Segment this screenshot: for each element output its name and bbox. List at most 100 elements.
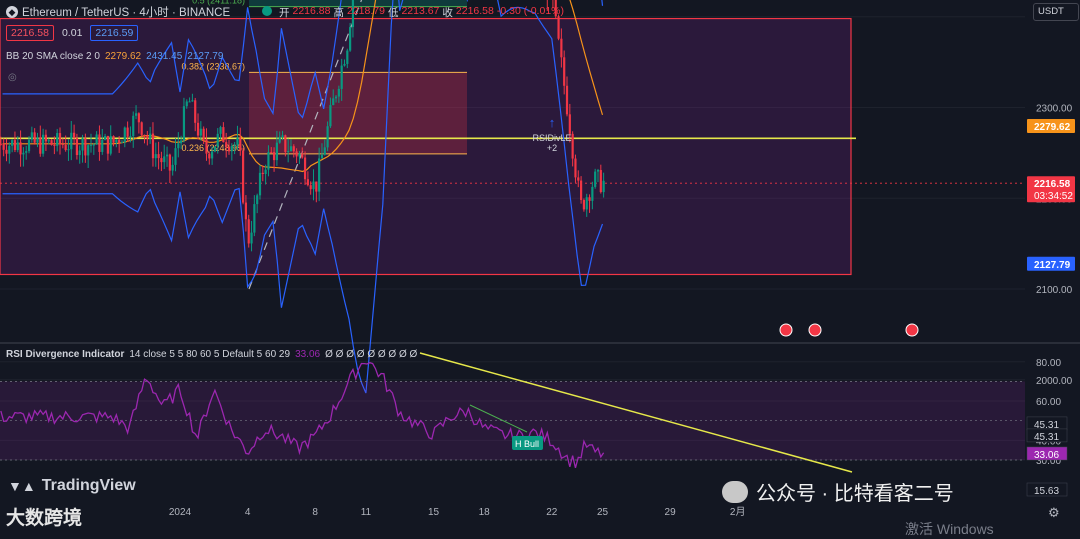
- candle-body: [250, 232, 253, 244]
- candle-body: [72, 132, 76, 138]
- candle-body: [191, 100, 194, 102]
- candle-body: [78, 150, 81, 156]
- candle-body: [227, 146, 231, 152]
- candle-body: [199, 128, 202, 136]
- visibility-icon[interactable]: ◎: [8, 72, 17, 83]
- candle-body: [33, 132, 36, 143]
- candle-body: [27, 139, 31, 152]
- rsidivle-count: +2: [547, 143, 557, 153]
- bb-basis-value: 2279.62: [104, 51, 142, 62]
- candle-body: [241, 150, 245, 203]
- candle-body: [233, 144, 236, 147]
- bb-legend-name: BB 20 SMA close 2 0: [6, 51, 100, 62]
- tradingview-logo: ▼▲ TradingView: [8, 477, 136, 495]
- ohlc-readout: 开 2216.88 高 2218.79 低 2213.67 收 2216.58 -0.3…: [262, 5, 564, 20]
- countdown-text: 03:34:52: [1034, 191, 1073, 202]
- candle-body: [182, 106, 186, 141]
- time-tick-label: 25: [597, 507, 609, 518]
- candle-body: [58, 133, 62, 144]
- candle-body: [582, 199, 586, 210]
- candle-body: [53, 144, 56, 146]
- candle-body: [577, 177, 580, 181]
- h-bull-label: H Bull: [515, 439, 539, 449]
- candle-body: [332, 98, 335, 106]
- candle-body: [222, 127, 225, 143]
- candle-body: [315, 181, 318, 192]
- candle-body: [120, 142, 124, 144]
- candle-body: [30, 132, 33, 140]
- candle-body: [599, 170, 602, 193]
- candle-body: [137, 113, 140, 123]
- candle-body: [258, 172, 262, 196]
- candle-body: [579, 180, 583, 200]
- buy-button[interactable]: 2216.59: [90, 25, 139, 41]
- bb-legend[interactable]: BB 20 SMA close 2 0 2279.62 2431.45 2127…: [6, 51, 223, 62]
- candle-body: [278, 137, 281, 143]
- candle-body: [196, 122, 200, 136]
- candle-body: [287, 151, 290, 153]
- candle-body: [134, 113, 138, 116]
- candle-body: [112, 135, 115, 143]
- candle-body: [309, 185, 312, 190]
- time-tick-label: 8: [312, 507, 318, 518]
- tradingview-text: TradingView: [41, 477, 136, 494]
- candle-body: [602, 180, 605, 193]
- symbol-title[interactable]: ◆ Ethereum / TetherUS · 4小时 · BINANCE: [6, 4, 230, 20]
- candle-body: [585, 197, 588, 210]
- candle-body: [337, 88, 340, 97]
- candle-body: [303, 157, 307, 180]
- candle-body: [261, 172, 264, 174]
- wechat-icon: [722, 480, 748, 503]
- candle-body: [160, 158, 163, 163]
- candle-body: [230, 146, 233, 152]
- candle-body: [194, 100, 197, 123]
- time-tick-label: 4: [245, 507, 251, 518]
- fib-label: 0.236 (2248.95): [181, 143, 245, 153]
- rsi-axis-tag-text: 45.31: [1034, 432, 1059, 443]
- sell-button[interactable]: 2216.58: [6, 25, 54, 41]
- candle-body: [295, 151, 298, 157]
- rsi-legend-flags: Ø Ø Ø Ø Ø Ø Ø Ø Ø: [325, 349, 418, 360]
- candle-body: [75, 137, 79, 156]
- candle-body: [146, 135, 149, 139]
- candle-body: [334, 96, 338, 99]
- candle-body: [140, 122, 143, 135]
- candle-body: [264, 169, 267, 174]
- candle-body: [267, 151, 270, 170]
- spread: 0.01: [61, 27, 83, 39]
- close-label: 收: [442, 7, 453, 19]
- gear-icon[interactable]: ⚙: [1048, 505, 1060, 521]
- candle-body: [64, 144, 67, 151]
- candle-body: [596, 170, 600, 172]
- rsi-axis-tag-text: 15.63: [1034, 486, 1059, 497]
- bb-upper-value: 2431.45: [146, 51, 183, 62]
- candle-body: [177, 143, 180, 149]
- candle-body: [326, 126, 329, 148]
- candle-body: [50, 140, 53, 145]
- candle-body: [244, 202, 248, 220]
- price-tick-label: 2100.00: [1036, 285, 1073, 296]
- price-tick-label: 2000.00: [1036, 376, 1073, 387]
- candle-body: [318, 158, 321, 192]
- event-flag-icon: [905, 323, 919, 337]
- candle-body: [19, 142, 22, 155]
- currency-selector[interactable]: USDT: [1033, 3, 1079, 21]
- event-flag-icon: [808, 323, 822, 337]
- candle-body: [126, 127, 129, 137]
- tradingview-mark-icon: ▼▲: [8, 478, 36, 494]
- candle-body: [346, 50, 349, 64]
- candle-body: [16, 142, 19, 151]
- candle-body: [202, 128, 205, 140]
- rsi-legend[interactable]: RSI Divergence Indicator 14 close 5 5 80…: [6, 349, 417, 360]
- candle-body: [306, 179, 309, 186]
- candle-body: [281, 135, 284, 138]
- candle-body: [36, 137, 39, 143]
- candle-body: [343, 63, 346, 66]
- bb-lower-value: 2127.79: [187, 51, 224, 62]
- candle-body: [565, 85, 569, 115]
- candle-body: [591, 186, 594, 201]
- candle-body: [270, 151, 273, 153]
- candle-body: [563, 57, 566, 86]
- candle-body: [115, 139, 118, 143]
- low-label: 低: [387, 7, 399, 19]
